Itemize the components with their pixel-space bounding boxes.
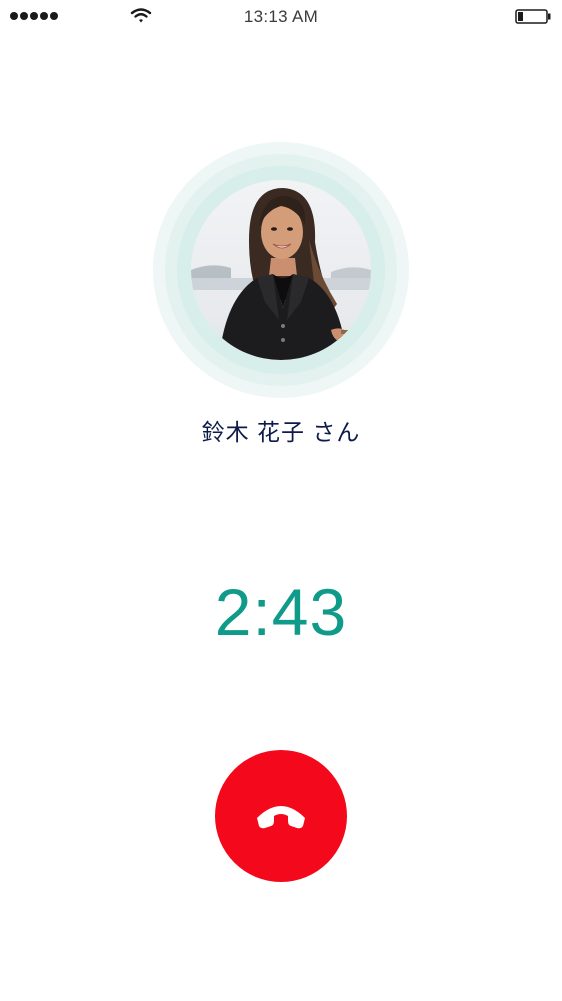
- call-duration: 2:43: [214, 575, 348, 649]
- caller-name: 鈴木 花子 さん: [201, 419, 361, 445]
- phone-hangup-icon: [257, 806, 305, 829]
- call-screen: 13:13 AM 鈴木 花子 さん 2:43: [0, 0, 562, 1001]
- battery-low-icon: [515, 9, 551, 24]
- caller-avatar: [153, 142, 409, 398]
- caller-photo: [191, 180, 371, 360]
- status-time: 13:13 AM: [243, 7, 319, 26]
- status-bar: 13:13 AM: [0, 0, 562, 34]
- end-call-button[interactable]: [215, 750, 347, 882]
